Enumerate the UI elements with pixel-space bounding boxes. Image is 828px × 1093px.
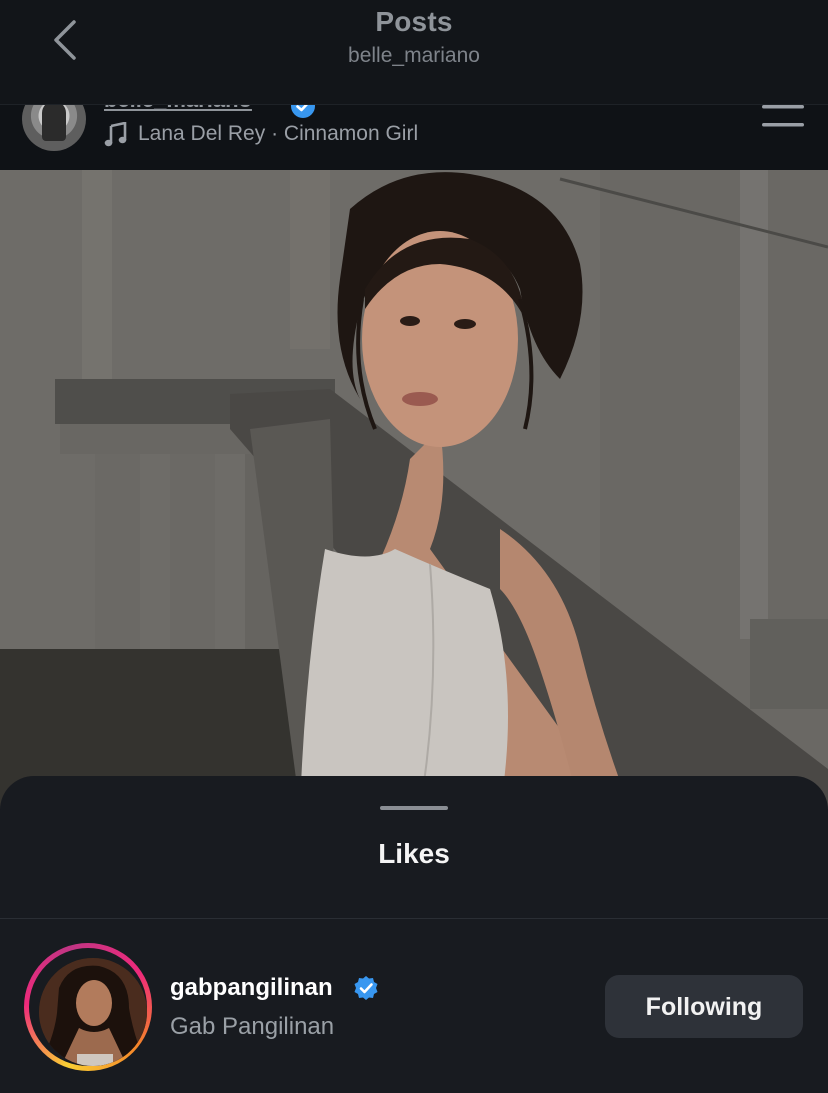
list-item[interactable]: gabpangilinan Gab Pangilinan Following [0, 919, 828, 1093]
like-username[interactable]: gabpangilinan [170, 974, 333, 1002]
post-author-avatar[interactable] [22, 105, 86, 151]
sheet-title: Likes [378, 838, 450, 869]
post-photo-image [0, 169, 828, 809]
page-title: Posts [375, 6, 453, 37]
avatar [39, 958, 147, 1066]
music-note-icon [104, 122, 127, 147]
sheet-drag-handle[interactable] [380, 806, 448, 810]
page-subtitle: belle_mariano [348, 44, 480, 67]
verified-badge-icon [291, 105, 315, 118]
post-photo[interactable] [0, 169, 828, 809]
avatar-image [39, 958, 147, 1066]
post-song-label[interactable]: Lana Del Rey · Cinnamon Girl [138, 122, 418, 146]
story-ring[interactable] [24, 943, 152, 1071]
post-author-username[interactable]: belle_mariano [104, 105, 252, 113]
following-button[interactable]: Following [605, 975, 803, 1038]
like-full-name: Gab Pangilinan [170, 1013, 335, 1040]
post-header: belle_mariano Lana Del Rey · Cinnamon Gi… [0, 104, 828, 170]
verified-badge-icon [354, 976, 378, 1000]
menu-icon[interactable] [762, 105, 804, 131]
likes-sheet: Likes gabpangilinan Gab Pangilinan Follo… [0, 776, 828, 1093]
top-nav-bar: Posts belle_mariano [0, 0, 828, 104]
